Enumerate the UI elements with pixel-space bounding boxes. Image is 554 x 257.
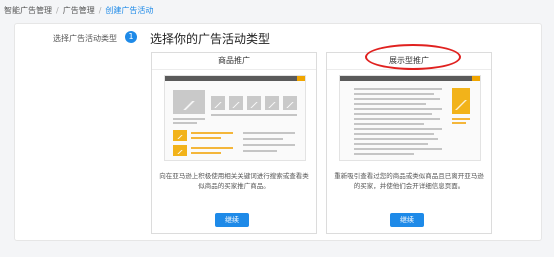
card-description: 重新吸引查看过您的商品或类似商品且已离开亚马逊的买家，并使他们会开详细信息页面。	[334, 172, 484, 190]
divider	[152, 69, 316, 70]
image-placeholder-icon	[247, 96, 261, 110]
breadcrumb-item-create-campaign: 创建广告活动	[105, 6, 154, 15]
illustration-header-bar	[165, 76, 305, 81]
breadcrumb-item-ad-management[interactable]: 广告管理	[63, 6, 95, 15]
display-ad-image-icon	[452, 88, 470, 114]
card-description: 向在亚马逊上积极使用相关关键词进行搜索或查看类似商品的买家推广商品。	[159, 172, 309, 190]
image-placeholder-icon	[265, 96, 279, 110]
sponsored-display-illustration	[339, 75, 481, 161]
step-number-badge: 1	[125, 31, 137, 43]
card-title: 展示型推广	[389, 56, 429, 65]
breadcrumb-separator: /	[98, 6, 102, 15]
breadcrumb-item-smart-ads[interactable]: 智能广告管理	[4, 6, 52, 15]
continue-button[interactable]: 继续	[215, 213, 249, 227]
sponsored-products-illustration	[164, 75, 306, 161]
illustration-header-bar	[340, 76, 480, 81]
image-placeholder-icon	[211, 96, 225, 110]
image-placeholder-icon	[229, 96, 243, 110]
campaign-type-card-sponsored-display[interactable]: 展示型推广 重新吸引查看过您的商品或类似商品且已离开亚马逊的买家，并使他们会开详…	[326, 52, 492, 234]
image-placeholder-icon	[283, 96, 297, 110]
campaign-type-card-sponsored-products[interactable]: 商品推广 向在亚马逊上积极使用相关关键词进行搜索或查看类似商品的买家推广商品。	[151, 52, 317, 234]
step-label: 选择广告活动类型	[53, 34, 117, 43]
sponsored-product-image-icon	[173, 145, 187, 156]
card-title: 商品推广	[218, 56, 250, 65]
breadcrumb: 智能广告管理 / 广告管理 / 创建广告活动	[4, 4, 153, 18]
sponsored-product-image-icon	[173, 130, 187, 141]
section-title: 选择你的广告活动类型	[150, 32, 271, 46]
main-panel: 选择广告活动类型 1 选择你的广告活动类型 商品推广 向在亚马逊上积极使用相关关…	[14, 23, 542, 241]
breadcrumb-separator: /	[56, 6, 59, 15]
divider	[327, 69, 491, 70]
image-placeholder-icon	[173, 90, 205, 114]
continue-button[interactable]: 继续	[390, 213, 424, 227]
